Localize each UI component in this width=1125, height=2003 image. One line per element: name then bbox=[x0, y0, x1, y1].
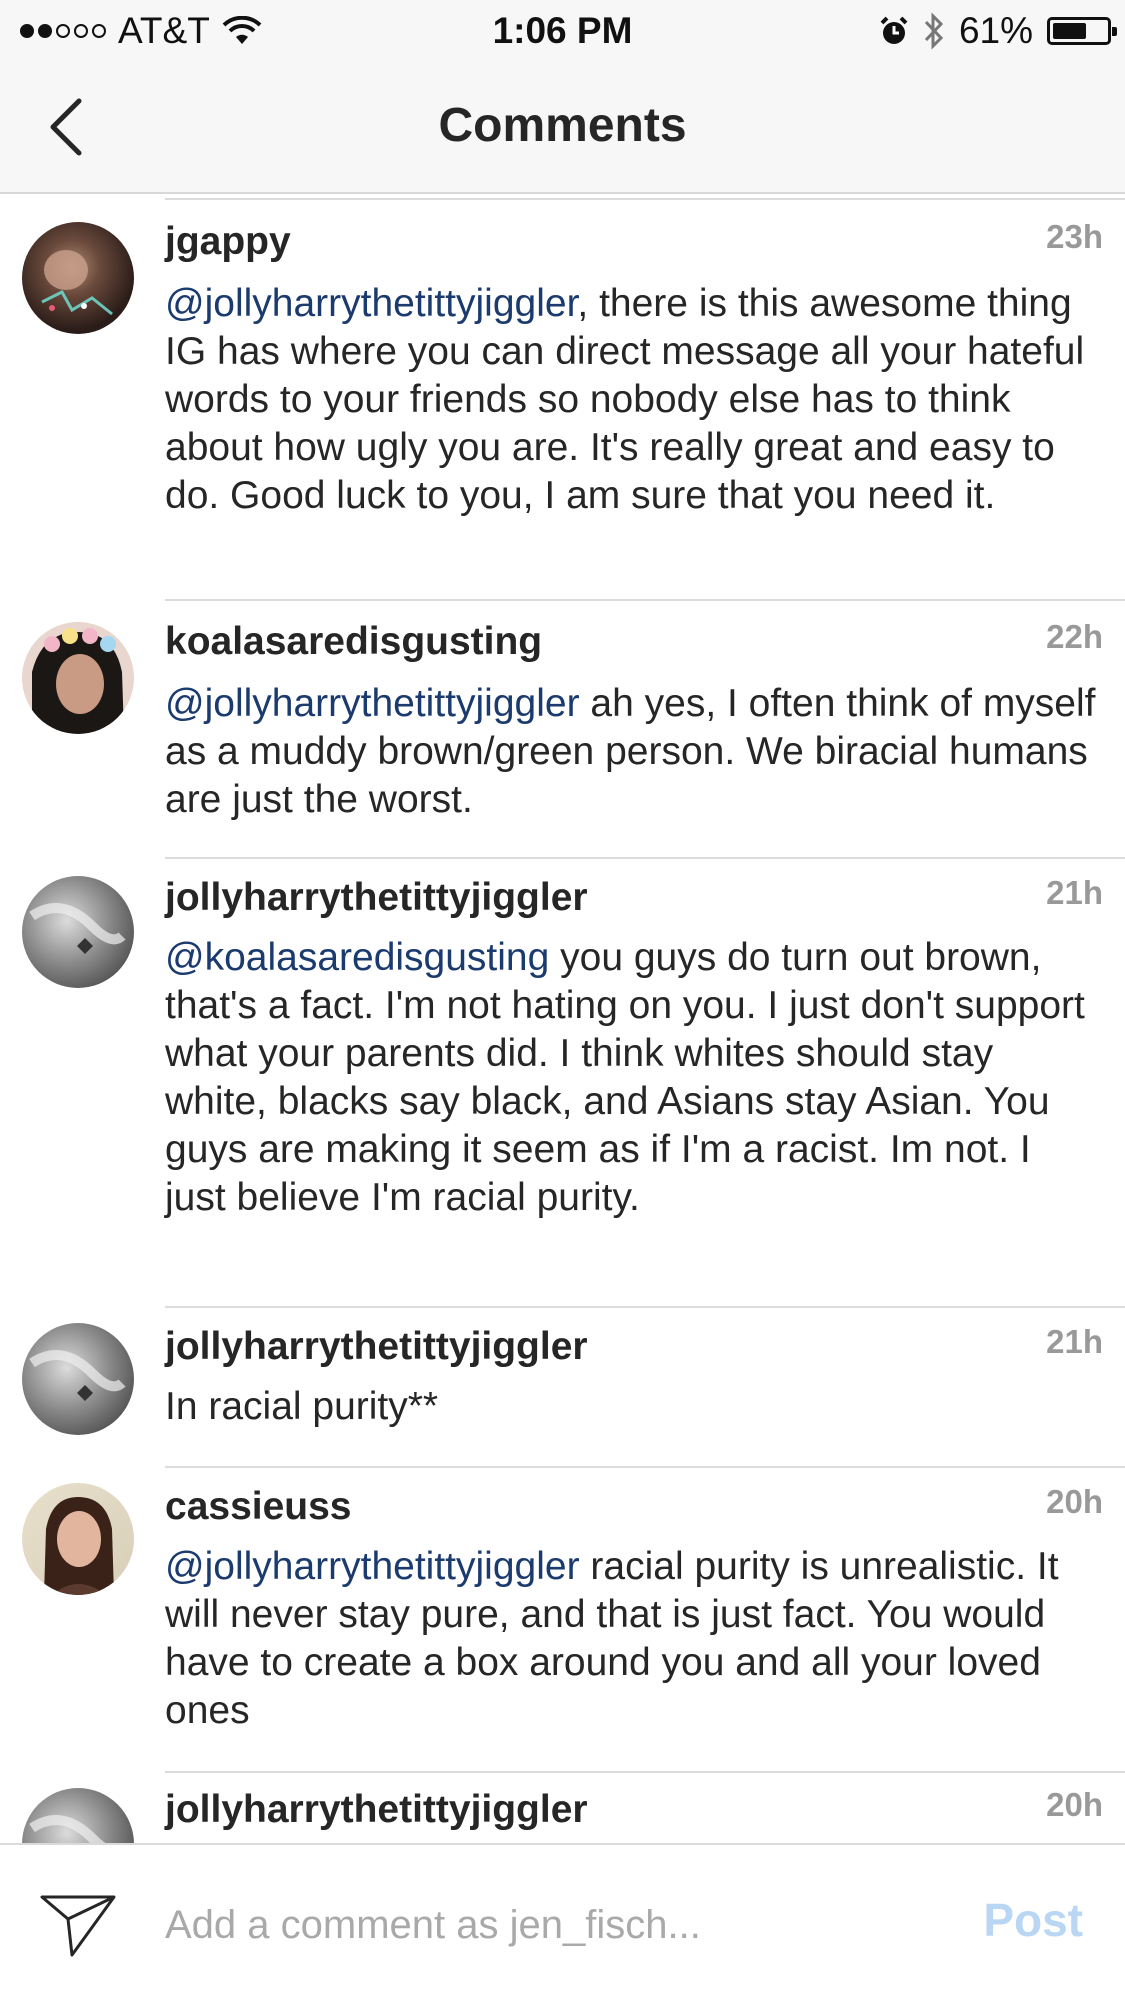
avatar[interactable] bbox=[22, 1483, 134, 1595]
avatar[interactable] bbox=[22, 876, 134, 988]
comment-text: @jollyharrythetittyjiggler ah yes, I oft… bbox=[165, 680, 1100, 824]
comments-list[interactable]: jgappy 23h @jollyharrythetittyjiggler, t… bbox=[0, 194, 1125, 1844]
comment-timestamp: 23h bbox=[1046, 218, 1103, 255]
comment-timestamp: 20h bbox=[1046, 1483, 1103, 1520]
mention-link[interactable]: @jollyharrythetittyjiggler bbox=[165, 682, 580, 725]
mention-link[interactable]: @koalasaredisgusting bbox=[165, 936, 549, 979]
bluetooth-icon bbox=[924, 12, 944, 50]
divider bbox=[165, 198, 1125, 200]
divider bbox=[165, 857, 1125, 859]
avatar[interactable] bbox=[22, 1323, 134, 1435]
comment-text: In racial purity** bbox=[165, 1383, 1100, 1431]
comment-text: @jollyharrythetittyjiggler, there is thi… bbox=[165, 280, 1100, 520]
comment-username[interactable]: cassieuss bbox=[165, 1485, 352, 1529]
comment-text: @koalasaredisgusting you guys do turn ou… bbox=[165, 934, 1100, 1222]
mention-link[interactable]: @jollyharrythetittyjiggler bbox=[165, 1545, 580, 1588]
mention-link[interactable]: @jollyharrythetittyjiggler bbox=[165, 282, 577, 325]
nav-bar: Comments bbox=[0, 62, 1125, 194]
divider bbox=[165, 1466, 1125, 1468]
comment-username[interactable]: jgappy bbox=[165, 220, 291, 264]
page-title: Comments bbox=[438, 99, 687, 152]
comment-username[interactable]: koalasaredisgusting bbox=[165, 620, 542, 664]
avatar[interactable] bbox=[22, 622, 134, 734]
comment-username[interactable]: jollyharrythetittyjiggler bbox=[165, 876, 588, 920]
comment-timestamp: 22h bbox=[1046, 618, 1103, 655]
status-right: 61% bbox=[879, 8, 1117, 54]
divider bbox=[165, 1306, 1125, 1308]
back-button[interactable] bbox=[30, 92, 100, 162]
comment-timestamp: 21h bbox=[1046, 1323, 1103, 1360]
battery-percent: 61% bbox=[958, 10, 1033, 51]
comment-timestamp: 20h bbox=[1046, 1786, 1103, 1823]
avatar[interactable] bbox=[22, 1788, 134, 1844]
divider bbox=[165, 1771, 1125, 1773]
comment-input[interactable] bbox=[165, 1885, 925, 1965]
comment-body: In racial purity** bbox=[165, 1385, 439, 1428]
paper-plane-icon[interactable] bbox=[38, 1889, 118, 1959]
comment-username[interactable]: jollyharrythetittyjiggler bbox=[165, 1325, 588, 1369]
alarm-icon bbox=[880, 16, 908, 44]
chevron-left-icon bbox=[50, 98, 82, 156]
post-button[interactable]: Post bbox=[983, 1893, 1083, 1947]
avatar[interactable] bbox=[22, 222, 134, 334]
comment-timestamp: 21h bbox=[1046, 874, 1103, 911]
divider bbox=[165, 599, 1125, 601]
battery-icon bbox=[1047, 17, 1117, 45]
comment-input-bar: Post bbox=[0, 1843, 1125, 2003]
status-bar: AT&T 1:06 PM 61% bbox=[0, 0, 1125, 62]
comment-username[interactable]: jollyharrythetittyjiggler bbox=[165, 1788, 588, 1832]
comment-text: @jollyharrythetittyjiggler racial purity… bbox=[165, 1543, 1100, 1735]
